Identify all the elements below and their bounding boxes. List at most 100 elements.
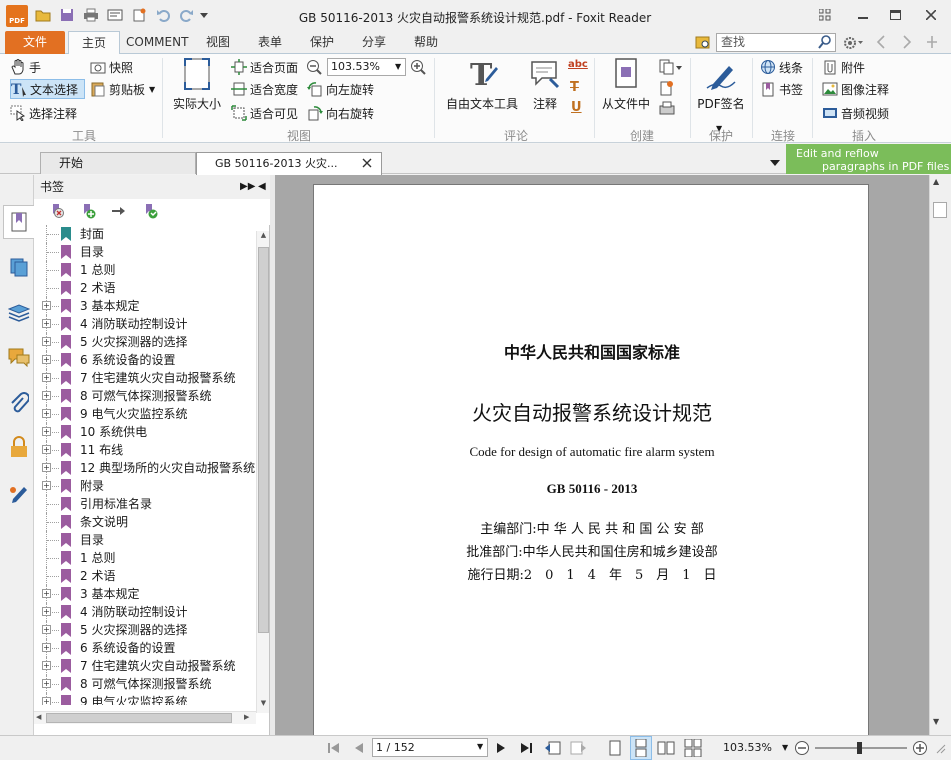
- bookmark-item[interactable]: +6 系统设备的设置: [34, 639, 256, 657]
- tab-file[interactable]: 文件: [5, 31, 65, 54]
- bookmark-item[interactable]: +9 电气火灾监控系统: [34, 405, 256, 423]
- bookmark-item[interactable]: 引用标准名录: [34, 495, 256, 513]
- nav-comments-icon[interactable]: [7, 345, 31, 369]
- note-button[interactable]: 注释: [525, 57, 565, 112]
- audio-video-button[interactable]: 音频视频: [822, 103, 889, 123]
- bookmark-item[interactable]: +8 可燃气体探测报警系统: [34, 675, 256, 693]
- expand-toggle-icon[interactable]: +: [42, 409, 51, 418]
- strikeout-icon[interactable]: T: [570, 80, 586, 96]
- doc-tab-start[interactable]: 开始: [40, 152, 196, 174]
- expand-bookmark-icon[interactable]: [142, 203, 158, 219]
- bookmark-item[interactable]: +10 系统供电: [34, 423, 256, 441]
- fit-visible-button[interactable]: 适合可见: [231, 103, 298, 123]
- expand-toggle-icon[interactable]: +: [42, 391, 51, 400]
- bookmark-hscroll-thumb[interactable]: [46, 713, 232, 723]
- minimize-button[interactable]: [852, 6, 874, 24]
- undo-icon[interactable]: [154, 6, 172, 24]
- document-vertical-scrollbar[interactable]: ▲ ▼: [929, 175, 951, 735]
- rotate-right-button[interactable]: 向右旋转: [307, 103, 374, 123]
- single-page-view-icon[interactable]: [606, 736, 624, 760]
- foxit-logo-icon[interactable]: PDF: [6, 5, 28, 27]
- bookmark-scroll-thumb[interactable]: [258, 247, 269, 633]
- expand-toggle-icon[interactable]: +: [42, 589, 51, 598]
- status-zoom-label[interactable]: 103.53%: [723, 741, 772, 754]
- continuous-view-icon[interactable]: [630, 736, 652, 760]
- continuous-facing-view-icon[interactable]: [683, 736, 703, 760]
- fit-page-button[interactable]: 适合页面: [231, 57, 298, 77]
- scroll-up-arrow-icon[interactable]: ▲: [258, 231, 269, 243]
- attachment-button[interactable]: 附件: [822, 57, 865, 77]
- image-annotation-button[interactable]: 图像注释: [822, 79, 889, 99]
- bookmark-item[interactable]: 目录: [34, 243, 256, 261]
- expand-toggle-icon[interactable]: +: [42, 625, 51, 634]
- expand-toggle-icon[interactable]: +: [42, 463, 51, 472]
- facing-view-icon[interactable]: [656, 736, 676, 760]
- bookmark-vertical-scrollbar[interactable]: ▲ ▼: [256, 231, 269, 713]
- next-result-icon[interactable]: [902, 35, 914, 51]
- bookmark-item[interactable]: 封面: [34, 225, 256, 243]
- expand-toggle-icon[interactable]: +: [42, 319, 51, 328]
- expand-toggle-icon[interactable]: +: [42, 301, 51, 310]
- bookmark-item[interactable]: +7 住宅建筑火灾自动报警系统: [34, 369, 256, 387]
- maximize-button[interactable]: [884, 6, 906, 24]
- bookmark-item[interactable]: 目录: [34, 531, 256, 549]
- select-annotation-button[interactable]: 选择注释: [10, 103, 77, 123]
- scroll-left-arrow-icon[interactable]: ◀: [36, 713, 41, 721]
- first-page-icon[interactable]: [326, 736, 342, 760]
- bookmark-item[interactable]: +5 火灾探测器的选择: [34, 621, 256, 639]
- underline-icon[interactable]: U: [571, 100, 587, 116]
- tab-comment[interactable]: COMMENT: [126, 31, 188, 54]
- find-folder-icon[interactable]: [695, 34, 713, 52]
- add-bookmark-icon[interactable]: [80, 203, 96, 219]
- search-icon[interactable]: [818, 35, 834, 51]
- save-icon[interactable]: [58, 6, 76, 24]
- from-file-button[interactable]: 从文件中: [600, 57, 652, 112]
- expand-icon[interactable]: [926, 35, 940, 51]
- bookmark-item[interactable]: +8 可燃气体探测报警系统: [34, 387, 256, 405]
- bookmark-item[interactable]: +6 系统设备的设置: [34, 351, 256, 369]
- expand-toggle-icon[interactable]: +: [42, 337, 51, 346]
- next-page-icon[interactable]: [494, 736, 508, 760]
- bookmark-item[interactable]: +7 住宅建筑火灾自动报警系统: [34, 657, 256, 675]
- expand-toggle-icon[interactable]: +: [42, 697, 51, 705]
- tab-list-dropdown-icon[interactable]: [770, 156, 782, 166]
- nav-signatures-icon[interactable]: [7, 481, 31, 505]
- create-clipboard-icon[interactable]: [659, 80, 675, 96]
- pdf-sign-button[interactable]: PDF签名: [695, 57, 747, 112]
- tab-home[interactable]: 主页: [68, 31, 120, 55]
- bookmark-item[interactable]: 1 总则: [34, 261, 256, 279]
- scroll-right-arrow-icon[interactable]: ▶: [244, 713, 249, 721]
- bookmark-item[interactable]: +3 基本规定: [34, 297, 256, 315]
- nav-attachments-icon[interactable]: [7, 391, 31, 415]
- status-zoom-in-icon[interactable]: [911, 736, 929, 760]
- expand-toggle-icon[interactable]: +: [42, 427, 51, 436]
- tab-help[interactable]: 帮助: [406, 31, 446, 54]
- customize-quick-access-icon[interactable]: [198, 6, 210, 24]
- doc-scroll-down-icon[interactable]: ▼: [933, 717, 939, 726]
- bookmark-item[interactable]: 2 术语: [34, 567, 256, 585]
- nav-security-lock-icon[interactable]: [7, 435, 31, 459]
- rotate-left-button[interactable]: 向左旋转: [307, 79, 374, 99]
- zoom-slider-thumb[interactable]: [857, 742, 862, 754]
- expand-toggle-icon[interactable]: +: [42, 607, 51, 616]
- select-text-button[interactable]: T 文本选择: [10, 79, 86, 99]
- typewriter-button[interactable]: T 自由文本工具: [444, 57, 520, 112]
- nav-bookmarks-icon[interactable]: [7, 210, 31, 234]
- expand-panel-icon[interactable]: ▶▶: [240, 175, 255, 199]
- ribbon-toggle-icon[interactable]: [814, 6, 836, 24]
- bookmark-item[interactable]: +3 基本规定: [34, 585, 256, 603]
- highlight-abc-icon[interactable]: abc: [568, 59, 588, 75]
- redo-icon[interactable]: [178, 6, 196, 24]
- settings-gear-icon[interactable]: [842, 35, 864, 51]
- close-button[interactable]: [920, 6, 942, 24]
- doc-tab-current[interactable]: GB 50116-2013 火灾...: [196, 152, 382, 175]
- bookmark-item[interactable]: +4 消防联动控制设计: [34, 315, 256, 333]
- fit-width-button[interactable]: 适合宽度: [231, 79, 298, 99]
- actual-size-button[interactable]: 实际大小: [170, 57, 224, 112]
- bookmark-item[interactable]: +9 电气火灾监控系统: [34, 693, 256, 705]
- print-icon[interactable]: [82, 6, 100, 24]
- last-page-icon[interactable]: [518, 736, 534, 760]
- tab-form[interactable]: 表单: [250, 31, 290, 54]
- expand-toggle-icon[interactable]: +: [42, 445, 51, 454]
- resize-grip-icon[interactable]: [934, 742, 948, 756]
